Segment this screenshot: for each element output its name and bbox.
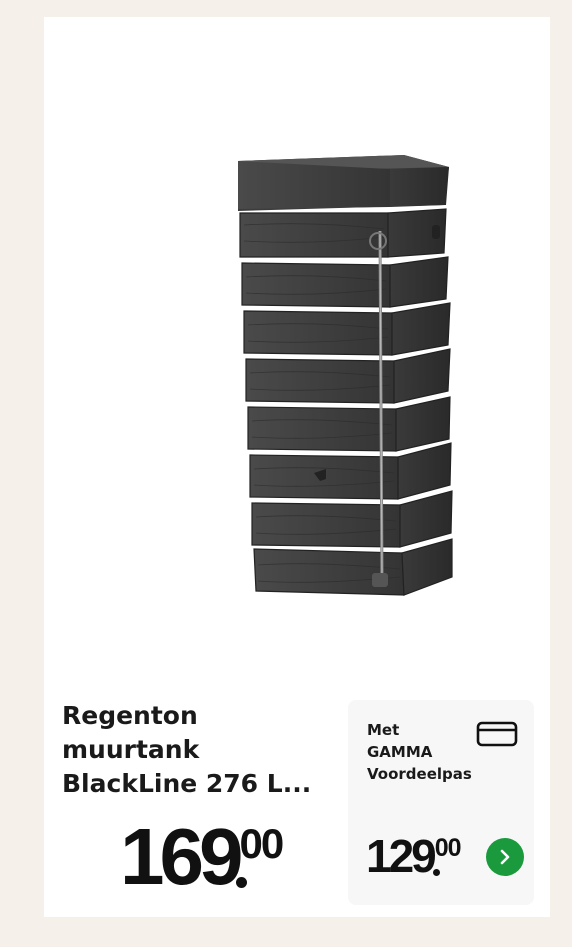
price-decimal-dot <box>236 877 248 888</box>
rain-barrel-image <box>238 155 453 596</box>
loyalty-label-line-3: Voordeelpas <box>367 765 472 783</box>
loyalty-label-line-2: GAMMA <box>367 743 433 761</box>
loyalty-price-decimal-dot <box>432 869 440 876</box>
chevron-right-icon <box>500 849 510 865</box>
product-title-line-2: muurtank <box>62 735 200 764</box>
loyalty-price: 12900 <box>366 830 462 882</box>
product-title[interactable]: Regenton muurtank BlackLine 276 L... <box>62 699 332 801</box>
card-icon <box>476 721 518 747</box>
regular-price-integer: 169 <box>120 812 244 901</box>
product-card[interactable]: Regenton muurtank BlackLine 276 L... 169… <box>44 17 550 917</box>
regular-price: 16900 <box>120 812 284 901</box>
loyalty-label: Met GAMMA Voordeelpas <box>367 719 472 785</box>
product-title-line-1: Regenton <box>62 701 198 730</box>
view-product-button[interactable] <box>486 838 524 876</box>
loyalty-price-cents: 00 <box>434 834 462 862</box>
loyalty-price-integer: 129 <box>366 830 437 882</box>
loyalty-price-panel: Met GAMMA Voordeelpas 12900 <box>348 700 534 905</box>
regular-price-cents: 00 <box>239 820 284 867</box>
product-title-line-3: BlackLine 276 L... <box>62 769 312 798</box>
loyalty-label-line-1: Met <box>367 721 400 739</box>
